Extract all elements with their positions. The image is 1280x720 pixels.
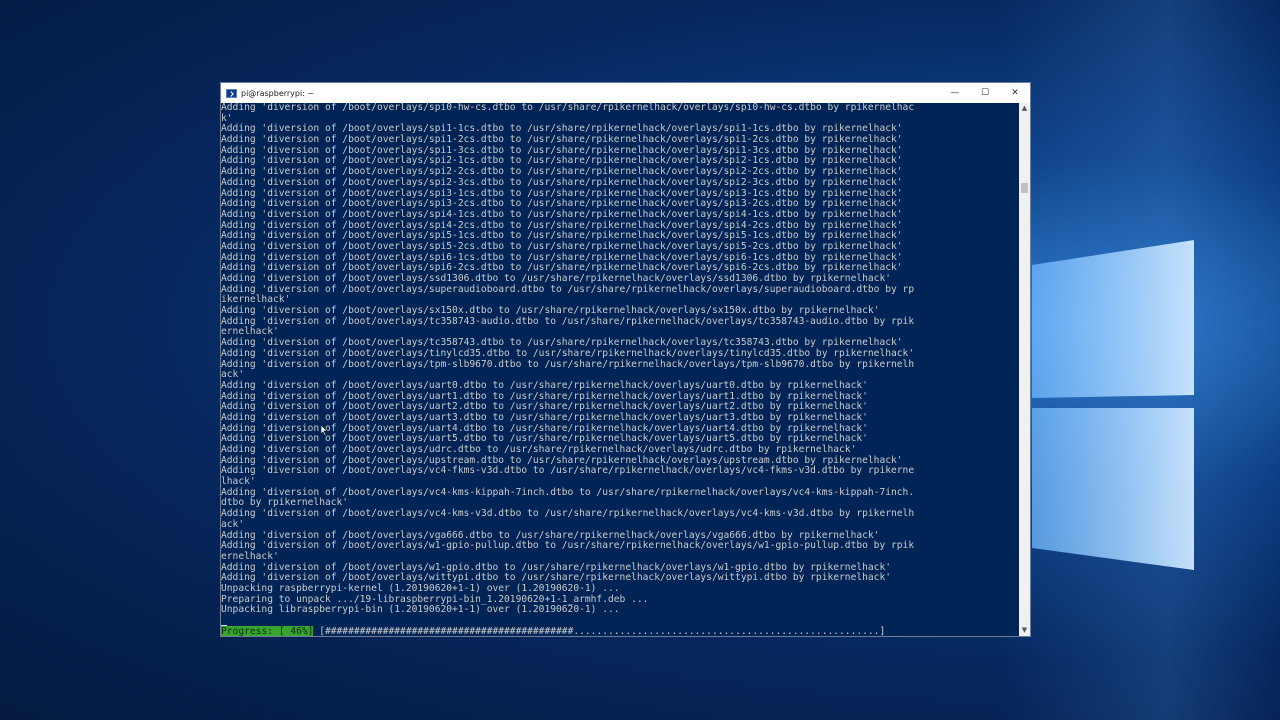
terminal-line: Adding 'diversion of /boot/overlays/vc4-… [221, 508, 915, 520]
scroll-thumb[interactable] [1021, 183, 1028, 193]
terminal-output[interactable]: Adding 'diversion of /boot/overlays/spi0… [221, 103, 1019, 636]
terminal-line: Adding 'diversion of /boot/overlays/tiny… [221, 347, 915, 359]
terminal-line: Adding 'diversion of /boot/overlays/spi2… [221, 176, 903, 188]
maximize-button[interactable]: ☐ [970, 88, 1000, 98]
windows-logo-icon [1032, 240, 1194, 570]
terminal-line: Adding 'diversion of /boot/overlays/uart… [221, 379, 868, 391]
terminal-line: Adding 'diversion of /boot/overlays/spi0… [221, 103, 915, 113]
terminal-window[interactable]: pi@raspberrypi: ~ — ☐ ✕ Adding 'diversio… [220, 82, 1031, 637]
terminal-line: Adding 'diversion of /boot/overlays/vc4-… [221, 465, 915, 477]
terminal-line: Adding 'diversion of /boot/overlays/w1-g… [221, 540, 915, 552]
mouse-cursor-icon [321, 425, 328, 436]
terminal-line: Unpacking libraspberrypi-bin (1.20190620… [221, 604, 620, 616]
scroll-up-arrow-icon[interactable]: ▲ [1019, 103, 1030, 114]
terminal-line: ernelhack' [221, 550, 279, 562]
progress-line: Progress: [ 46%] [######################… [221, 625, 1019, 636]
window-title: pi@raspberrypi: ~ [241, 88, 315, 98]
minimize-button[interactable]: — [940, 88, 970, 98]
progress-bar: [#######################################… [313, 625, 886, 636]
terminal-line: Adding 'diversion of /boot/overlays/spi4… [221, 208, 903, 220]
terminal-line: Adding 'diversion of /boot/overlays/tpm-… [221, 358, 915, 370]
terminal-line: Adding 'diversion of /boot/overlays/tc35… [221, 315, 915, 327]
progress-label: Progress: [ 46%] [221, 625, 314, 636]
title-bar[interactable]: pi@raspberrypi: ~ — ☐ ✕ [221, 83, 1030, 103]
close-button[interactable]: ✕ [1000, 88, 1030, 98]
terminal-line: Adding 'diversion of /boot/overlays/supe… [221, 283, 915, 295]
terminal-line: ack' [221, 518, 245, 530]
terminal-app-icon [226, 88, 237, 98]
vertical-scrollbar[interactable]: ▲ ▼ [1019, 103, 1030, 636]
scroll-down-arrow-icon[interactable]: ▼ [1019, 625, 1030, 636]
